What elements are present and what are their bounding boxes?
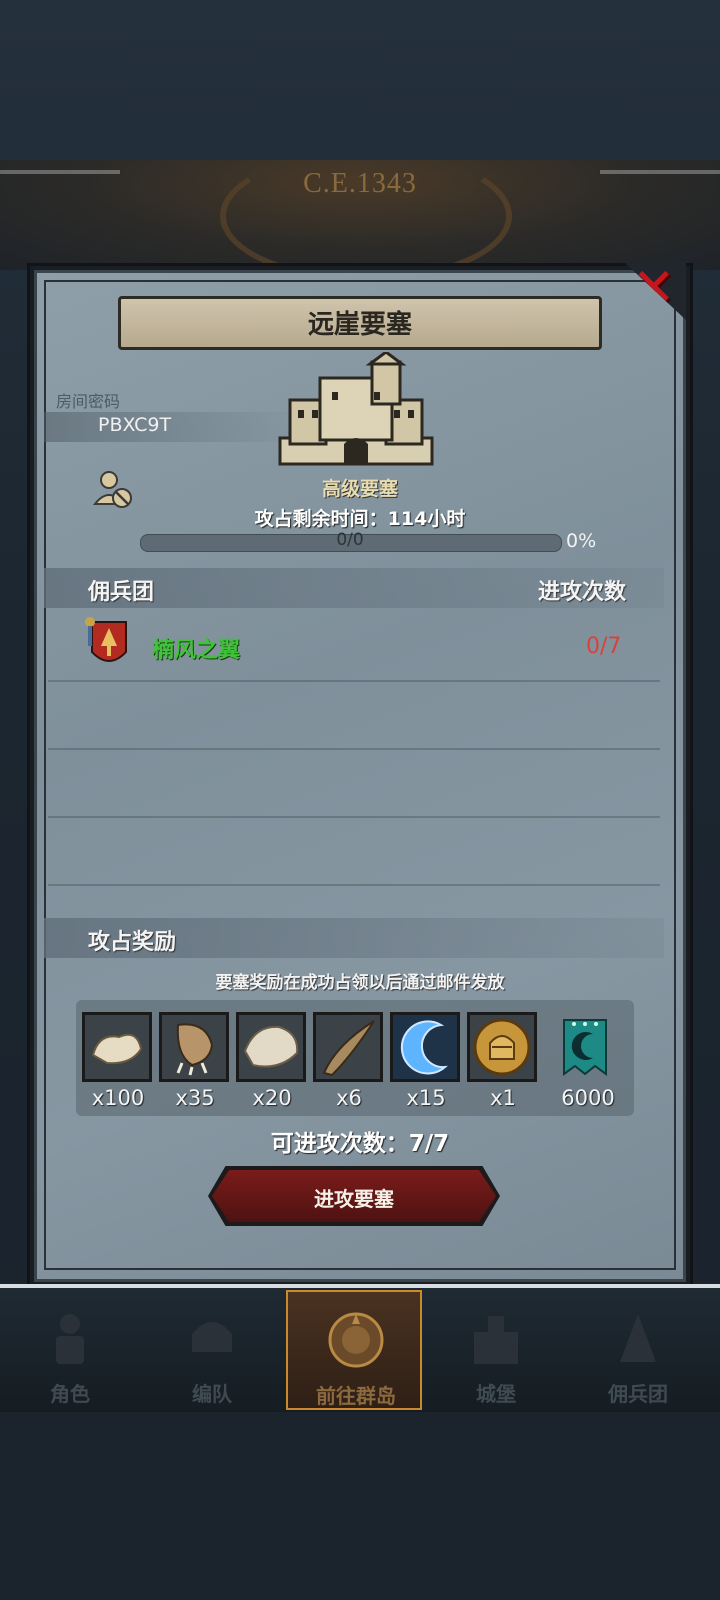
row-divider [48, 884, 660, 886]
row-divider [48, 748, 660, 750]
nav-label: 城堡 [476, 1382, 516, 1406]
era-label: C.E.1343 [303, 168, 417, 199]
reward-slot[interactable] [390, 1012, 460, 1082]
available-attacks: 可进攻次数：7/7 [270, 1131, 450, 1157]
attack-fortress-label[interactable]: 进攻要塞 [212, 1183, 496, 1212]
castle-icon [474, 1316, 518, 1364]
guild-attack-count: 0/7 [586, 634, 622, 659]
bottom-background [0, 1412, 720, 1600]
helmet-icon [192, 1322, 232, 1352]
fur-pelt-icon [85, 1015, 149, 1079]
row-divider [48, 680, 660, 682]
reward-slot[interactable] [313, 1012, 383, 1082]
reward-qty: x20 [252, 1086, 292, 1110]
guild-banner-icon [563, 1019, 607, 1076]
blue-crescent-icon [393, 1015, 457, 1079]
reward-section-title: 攻占奖励 [88, 930, 177, 955]
reward-slot[interactable] [236, 1012, 306, 1082]
guild-section-title: 佣兵团 [88, 580, 155, 605]
capture-progress-percent: 0% [566, 530, 597, 552]
row-divider [48, 816, 660, 818]
compass-icon [328, 1312, 384, 1368]
reward-note: 要塞奖励在成功占领以后通过邮件发放 [215, 973, 505, 993]
nav-item-mercenary[interactable]: 佣兵团 [570, 1290, 706, 1410]
knight-helmet-coin-icon [470, 1015, 534, 1079]
room-code[interactable]: PBXC9T [98, 414, 171, 436]
nav-label: 编队 [192, 1382, 232, 1406]
fortress-type: 高级要塞 [321, 478, 398, 500]
no-invite-user-icon[interactable] [92, 468, 136, 512]
reward-slot[interactable] [550, 1012, 620, 1082]
nav-item-islands[interactable]: 前往群岛 [286, 1290, 422, 1410]
reward-slot[interactable] [82, 1012, 152, 1082]
attack-count-header: 进攻次数 [538, 580, 627, 605]
garland-left [0, 170, 120, 174]
horn-icon [316, 1015, 380, 1079]
nav-item-formation[interactable]: 编队 [144, 1290, 280, 1410]
reward-qty: x15 [406, 1086, 446, 1110]
reward-qty: x100 [91, 1086, 145, 1110]
nav-label: 角色 [50, 1382, 90, 1406]
nav-label: 前往群岛 [316, 1384, 396, 1408]
reward-slot[interactable] [159, 1012, 229, 1082]
reward-qty: x1 [490, 1086, 516, 1110]
reward-qty: x6 [336, 1086, 362, 1110]
reward-qty: x35 [175, 1086, 215, 1110]
mercenary-icon [620, 1314, 656, 1362]
guild-name[interactable]: 楠风之翼 [152, 632, 240, 664]
time-remaining: 攻占剩余时间：114小时 [254, 508, 466, 530]
hide-icon [239, 1015, 303, 1079]
nav-item-character[interactable]: 角色 [2, 1290, 138, 1410]
dialog-title: 远崖要塞 [307, 310, 412, 340]
castle-icon [278, 352, 434, 466]
guild-banner-icon [85, 617, 127, 662]
reward-slot[interactable] [467, 1012, 537, 1082]
room-code-bar [44, 412, 304, 442]
reward-qty: 6000 [561, 1086, 615, 1110]
claw-icon [162, 1015, 226, 1079]
nav-item-castle[interactable]: 城堡 [428, 1290, 564, 1410]
nav-label: 佣兵团 [608, 1382, 668, 1406]
knight-icon [56, 1314, 84, 1364]
garland-right [600, 170, 720, 174]
capture-progress-text: 0/0 [336, 530, 364, 550]
room-password-label: 房间密码 [56, 392, 121, 411]
